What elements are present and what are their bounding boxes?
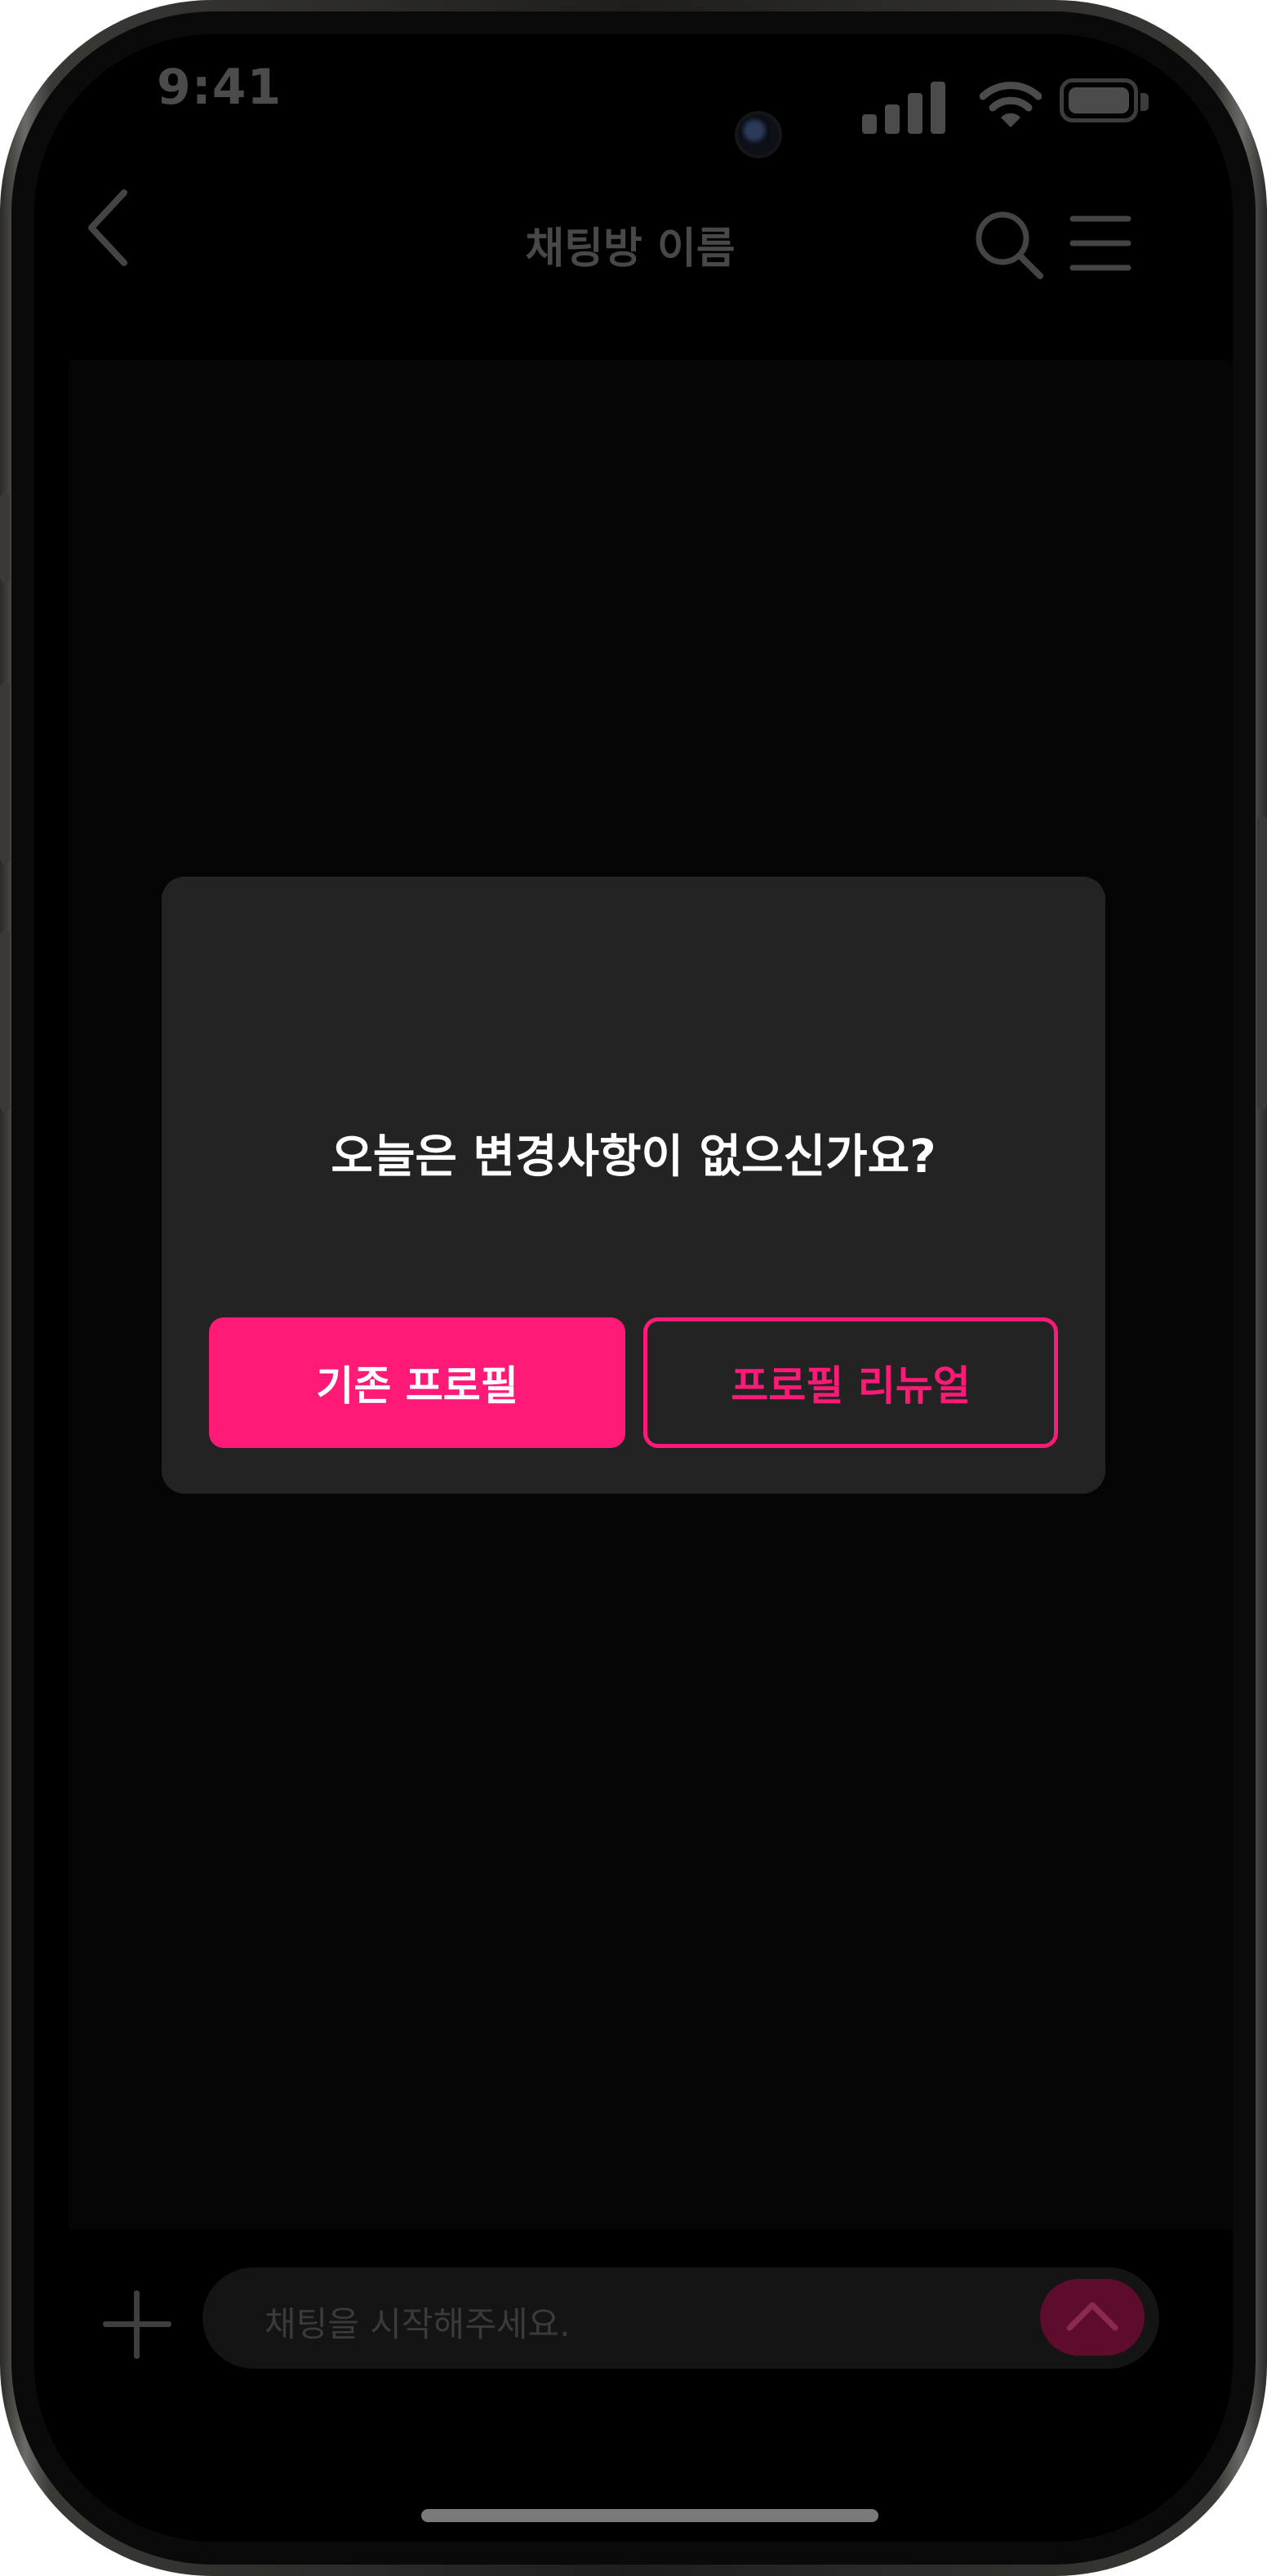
- back-chevron-icon[interactable]: [78, 184, 137, 271]
- profile-change-dialog: 오늘은 변경사항이 없으신가요? 기존 프로필 프로필 리뉴얼: [162, 877, 1105, 1494]
- dialog-title: 오늘은 변경사항이 없으신가요?: [331, 1130, 936, 1184]
- plus-icon[interactable]: [103, 2290, 171, 2359]
- wifi-icon: [980, 82, 1042, 127]
- keep-profile-button[interactable]: 기존 프로필: [209, 1317, 625, 1448]
- send-button[interactable]: [1040, 2279, 1145, 2356]
- chat-input-bar: 채팅을 시작해주세요.: [34, 2230, 1233, 2491]
- battery-level: [1069, 87, 1129, 113]
- silent-switch: [0, 493, 10, 583]
- home-indicator: [421, 2509, 878, 2522]
- signal-icon: [862, 77, 968, 134]
- status-time: 9:41: [157, 59, 282, 116]
- power-button: [1257, 816, 1267, 1110]
- chat-room-title: 채팅방 이름: [525, 224, 736, 273]
- front-camera: [738, 114, 779, 155]
- screen: 9:41 채팅방 이름 오늘은 변경사항이 없으신가요? 기존 프로필 프로필 …: [34, 34, 1233, 2542]
- volume-down-button: [0, 930, 10, 1112]
- message-input-placeholder: 채팅을 시작해주세요.: [265, 2304, 571, 2344]
- volume-up-button: [0, 682, 10, 864]
- search-icon[interactable]: [971, 207, 1045, 281]
- hamburger-menu-icon[interactable]: [1069, 212, 1131, 274]
- renew-profile-button[interactable]: 프로필 리뉴얼: [643, 1317, 1058, 1448]
- send-arrow-up-icon: [1066, 2302, 1118, 2331]
- battery-icon: [1060, 78, 1138, 122]
- message-input[interactable]: 채팅을 시작해주세요.: [202, 2267, 1159, 2369]
- battery-tip: [1140, 93, 1149, 111]
